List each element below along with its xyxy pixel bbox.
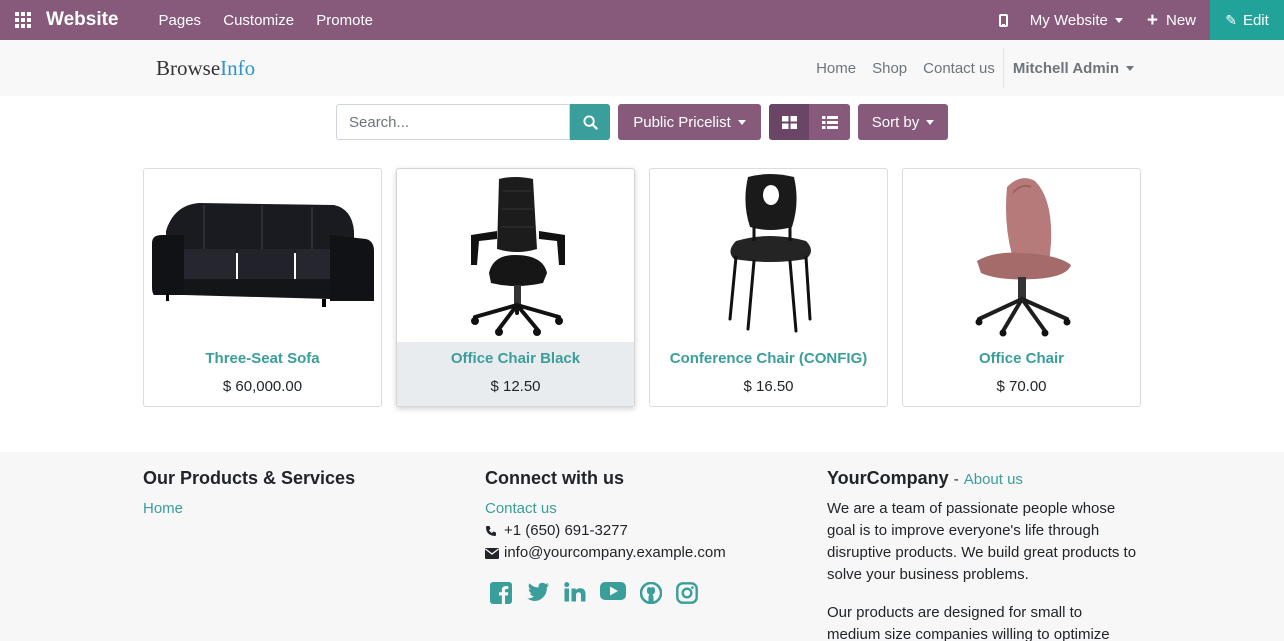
website-selector[interactable]: My Website <box>1030 12 1123 29</box>
footer-about-heading: YourCompany - About us <box>827 468 1137 489</box>
list-view-button[interactable] <box>809 104 850 140</box>
grid-view-button[interactable] <box>769 104 809 140</box>
footer-heading: Our Products & Services <box>143 468 356 488</box>
footer-heading: Connect with us <box>485 468 624 488</box>
product-price: $ 16.50 <box>743 378 794 395</box>
about-paragraph: Our products are designed for small to m… <box>827 604 1110 641</box>
new-button-label: New <box>1165 11 1196 29</box>
product-price: $ 70.00 <box>996 378 1047 395</box>
github-icon[interactable] <box>640 582 662 604</box>
menu-customize[interactable]: Customize <box>223 12 294 29</box>
product-card[interactable]: Office Chair Black $ 12.50 <box>396 168 635 407</box>
product-name[interactable]: Conference Chair (CONFIG) <box>650 350 887 367</box>
nav-contact-us[interactable]: Contact us <box>923 60 995 77</box>
list-icon <box>821 115 838 129</box>
search-input[interactable]: Search... <box>336 104 570 140</box>
product-card[interactable]: Office Chair $ 70.00 <box>902 168 1141 407</box>
product-name[interactable]: Office Chair <box>903 350 1140 367</box>
product-image-sofa[interactable] <box>144 169 381 342</box>
product-card[interactable]: Conference Chair (CONFIG) $ 16.50 <box>649 168 888 407</box>
email-address: info@yourcompany.example.com <box>504 544 726 561</box>
editor-menu: Pages Customize Promote <box>159 12 391 29</box>
edit-button-label: Edit <box>1242 11 1269 29</box>
product-image-conference-chair[interactable] <box>650 169 887 342</box>
footer-email: info@yourcompany.example.com <box>485 542 726 564</box>
product-image-office-chair-black[interactable] <box>397 169 634 342</box>
logo-text-browse: Browse <box>156 56 221 80</box>
footer-link-contact-us[interactable]: Contact us <box>485 498 726 520</box>
user-menu[interactable]: Mitchell Admin <box>1013 60 1134 77</box>
editor-topbar: Website Pages Customize Promote My Websi… <box>0 0 1284 40</box>
apps-menu-icon[interactable] <box>0 0 46 40</box>
chevron-down-icon <box>1114 17 1123 23</box>
envelope-icon <box>485 547 500 559</box>
website-selector-label: My Website <box>1029 11 1108 29</box>
search-button[interactable] <box>570 104 610 140</box>
sort-dropdown[interactable]: Sort by <box>858 104 948 140</box>
nav-shop[interactable]: Shop <box>872 60 907 77</box>
nav-divider <box>1002 48 1004 88</box>
footer-phone: +1 (650) 691-3277 <box>485 520 726 542</box>
instagram-icon[interactable] <box>676 582 698 604</box>
heading-separator: - <box>953 471 959 488</box>
linkedin-icon[interactable] <box>564 582 586 604</box>
pencil-icon: ✎ <box>1225 11 1237 28</box>
logo-text-info: Info <box>220 56 256 80</box>
site-footer: Our Products & Services Home Connect wit… <box>0 452 1284 641</box>
company-name: YourCompany <box>827 468 949 488</box>
edit-button[interactable]: ✎ Edit <box>1210 0 1284 40</box>
youtube-icon[interactable] <box>600 582 626 604</box>
twitter-icon[interactable] <box>526 582 550 604</box>
product-price: $ 60,000.00 <box>222 378 303 395</box>
search-group: Search... <box>336 104 610 140</box>
phone-icon <box>485 525 500 537</box>
footer-connect-column: Connect with us Contact us +1 (650) 691-… <box>485 468 726 604</box>
search-icon <box>582 114 598 130</box>
footer-about-column: YourCompany - About us We are a team of … <box>827 468 1137 641</box>
site-logo[interactable]: BrowseInfo <box>156 56 255 81</box>
chevron-down-icon <box>1126 65 1134 71</box>
menu-pages[interactable]: Pages <box>159 12 202 29</box>
mobile-preview-icon[interactable] <box>998 13 1008 27</box>
plus-icon: + <box>1146 9 1158 31</box>
footer-link-home[interactable]: Home <box>143 498 355 520</box>
product-name[interactable]: Office Chair Black <box>397 350 634 367</box>
product-image-office-chair[interactable] <box>903 169 1140 342</box>
social-links <box>490 582 726 604</box>
user-name: Mitchell Admin <box>1012 59 1119 77</box>
nav-home[interactable]: Home <box>816 60 856 77</box>
new-button[interactable]: + New <box>1147 11 1196 30</box>
footer-link-about-us[interactable]: About us <box>964 471 1023 488</box>
pricelist-label: Public Pricelist <box>633 113 731 131</box>
product-card[interactable]: Three-Seat Sofa $ 60,000.00 <box>143 168 382 407</box>
about-paragraph: We are a team of passionate people whose… <box>827 500 1137 583</box>
product-name[interactable]: Three-Seat Sofa <box>144 350 381 367</box>
chevron-down-icon <box>737 119 746 125</box>
grid-icon <box>781 115 797 129</box>
phone-number: +1 (650) 691-3277 <box>504 522 628 539</box>
footer-products-column: Our Products & Services Home <box>143 468 355 520</box>
sort-label: Sort by <box>871 113 920 131</box>
site-nav: Home Shop Contact us Mitchell Admin <box>800 40 1134 96</box>
pricelist-dropdown[interactable]: Public Pricelist <box>618 104 761 140</box>
product-price: $ 12.50 <box>490 378 541 395</box>
menu-promote[interactable]: Promote <box>316 12 373 29</box>
facebook-icon[interactable] <box>490 582 512 604</box>
site-header: BrowseInfo Home Shop Contact us Mitchell… <box>0 40 1284 96</box>
app-title: Website <box>46 9 119 30</box>
chevron-down-icon <box>926 119 935 125</box>
